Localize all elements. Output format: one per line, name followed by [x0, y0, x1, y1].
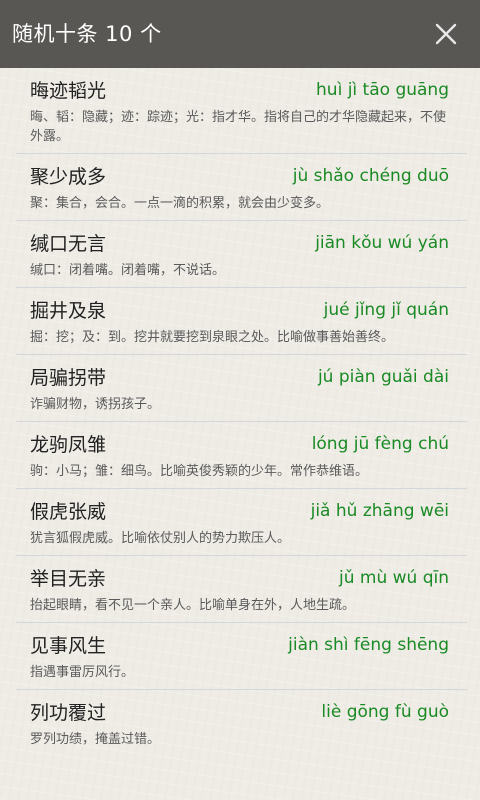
idiom-description: 晦、韬：隐藏；迹：踪迹；光：指才华。指将自己的才华隐藏起来，不使外露。	[30, 110, 447, 144]
idiom-pinyin: jǔ mù wú qīn	[338, 568, 449, 588]
list-item[interactable]: 龙驹凤雏 lóng jū fèng chú 驹：小马；雏：细鸟。比喻英俊秀颖的少…	[16, 422, 467, 489]
idiom-description: 诈骗财物，诱拐孩子。	[30, 397, 161, 412]
idiom-description: 犹言狐假虎威。比喻依仗别人的势力欺压人。	[30, 531, 291, 546]
idiom-word: 缄口无言	[30, 233, 107, 255]
idiom-description: 驹：小马；雏：细鸟。比喻英俊秀颖的少年。常作恭维语。	[30, 464, 369, 479]
idiom-pinyin: jù shǎo chéng duō	[292, 166, 449, 186]
idiom-pinyin: jué jǐng jǐ quán	[323, 300, 449, 320]
idiom-word: 假虎张威	[30, 501, 107, 523]
idiom-description: 聚：集合，会合。一点一滴的积累，就会由少变多。	[30, 196, 330, 211]
idiom-description: 指遇事雷厉风行。	[30, 665, 135, 680]
list-item[interactable]: 晦迹韬光 huì jì tāo guāng 晦、韬：隐藏；迹：踪迹；光：指才华。…	[16, 68, 467, 154]
idiom-word: 聚少成多	[30, 166, 107, 188]
list-item[interactable]: 掘井及泉 jué jǐng jǐ quán 掘：挖；及：到。挖井就要挖到泉眼之处…	[16, 288, 467, 355]
idiom-pinyin: lóng jū fèng chú	[311, 434, 449, 454]
idiom-description: 掘：挖；及：到。挖井就要挖到泉眼之处。比喻做事善始善终。	[30, 330, 395, 345]
list-item[interactable]: 缄口无言 jiān kǒu wú yán 缄口：闭着嘴。闭着嘴，不说话。	[16, 221, 467, 288]
idiom-word: 龙驹凤雏	[30, 434, 107, 456]
idiom-pinyin: jiàn shì fēng shēng	[288, 635, 449, 655]
idiom-word: 掘井及泉	[30, 300, 107, 322]
idiom-list: 晦迹韬光 huì jì tāo guāng 晦、韬：隐藏；迹：踪迹；光：指才华。…	[0, 68, 480, 800]
list-item[interactable]: 假虎张威 jiǎ hǔ zhāng wēi 犹言狐假虎威。比喻依仗别人的势力欺压…	[16, 489, 467, 556]
idiom-pinyin: jiǎ hǔ zhāng wēi	[310, 501, 449, 521]
idiom-pinyin: jiān kǒu wú yán	[315, 233, 449, 253]
title-bar: 随机十条 10 个	[0, 0, 480, 68]
close-button[interactable]	[426, 14, 466, 54]
idiom-pinyin: liè gōng fù guò	[321, 702, 449, 722]
idiom-pinyin: huì jì tāo guāng	[316, 80, 449, 100]
idiom-word: 列功覆过	[30, 702, 107, 724]
idiom-word: 局骗拐带	[30, 367, 107, 389]
idiom-word: 举目无亲	[30, 568, 107, 590]
idiom-description: 抬起眼睛，看不见一个亲人。比喻单身在外，人地生疏。	[30, 598, 356, 613]
idiom-pinyin: jú piàn guǎi dài	[317, 367, 449, 387]
list-item[interactable]: 聚少成多 jù shǎo chéng duō 聚：集合，会合。一点一滴的积累，就…	[16, 154, 467, 221]
idiom-description: 罗列功绩，掩盖过错。	[30, 732, 161, 747]
page-title: 随机十条 10 个	[12, 22, 162, 46]
idiom-description: 缄口：闭着嘴。闭着嘴，不说话。	[30, 263, 226, 278]
list-item[interactable]: 见事风生 jiàn shì fēng shēng 指遇事雷厉风行。	[16, 623, 467, 690]
idiom-word: 晦迹韬光	[30, 80, 107, 102]
list-item[interactable]: 局骗拐带 jú piàn guǎi dài 诈骗财物，诱拐孩子。	[16, 355, 467, 422]
idiom-word: 见事风生	[30, 635, 107, 657]
list-item[interactable]: 举目无亲 jǔ mù wú qīn 抬起眼睛，看不见一个亲人。比喻单身在外，人地…	[16, 556, 467, 623]
close-icon	[435, 23, 457, 45]
list-item[interactable]: 列功覆过 liè gōng fù guò 罗列功绩，掩盖过错。	[16, 690, 467, 757]
